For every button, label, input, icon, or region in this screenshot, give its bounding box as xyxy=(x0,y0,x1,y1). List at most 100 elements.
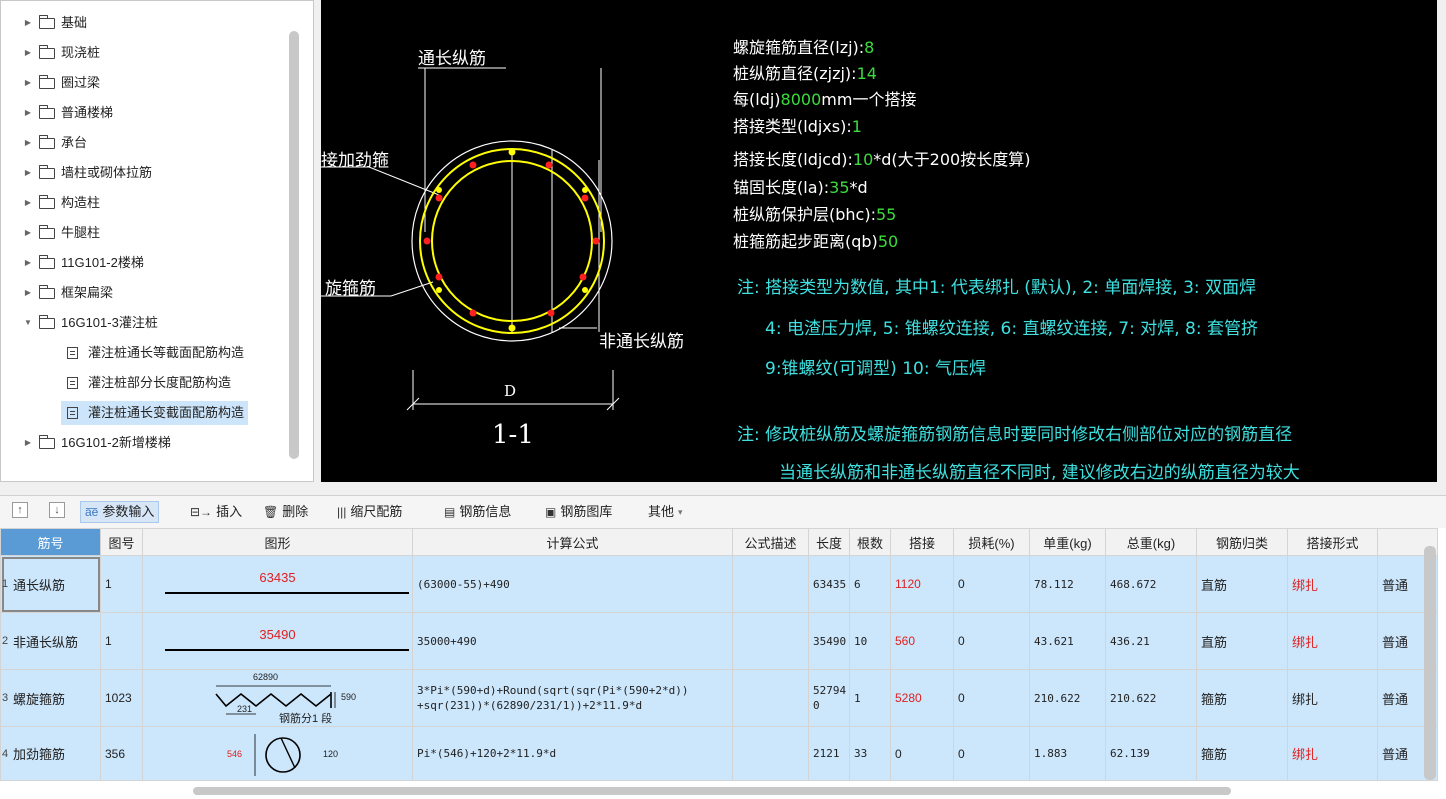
tree-item-wall-tie[interactable]: ▶ 墙柱或砌体拉筋 xyxy=(21,161,152,185)
tree-item-construct-column[interactable]: ▶ 构造柱 xyxy=(21,191,100,215)
cell-count[interactable]: 6 xyxy=(849,555,891,613)
header-category[interactable]: 钢筋归类 xyxy=(1196,528,1288,556)
param-spiral-diameter[interactable]: 螺旋箍筋直径(lzj):8 xyxy=(733,34,874,58)
cell-bar-name[interactable]: 1 通长纵筋 xyxy=(0,555,101,613)
cell-bar-name[interactable]: 4 加劲箍筋 xyxy=(0,726,101,781)
expand-arrow-icon[interactable]: ▶ xyxy=(21,71,35,95)
param-value[interactable]: 55 xyxy=(876,205,896,224)
tree-item-corbel-column[interactable]: ▶ 牛腿柱 xyxy=(21,221,100,245)
param-anchor-length[interactable]: 锚固长度(la):35*d xyxy=(733,174,868,198)
cell-formula[interactable]: (63000-55)+490 xyxy=(412,555,733,613)
cell-formula-desc[interactable] xyxy=(732,669,809,727)
param-value[interactable]: 10 xyxy=(853,150,873,169)
param-value[interactable]: 14 xyxy=(857,64,877,83)
cell-length[interactable]: 35490 xyxy=(808,612,850,670)
cell-formula-desc[interactable] xyxy=(732,555,809,613)
rebar-library-button[interactable]: ▣ 钢筋图库 xyxy=(545,501,612,523)
param-value[interactable]: 8 xyxy=(864,38,874,57)
insert-button[interactable]: ⊟→ 插入 xyxy=(190,501,242,523)
cell-shape[interactable]: 63435 xyxy=(142,555,413,613)
expand-arrow-icon[interactable]: ▶ xyxy=(21,11,35,35)
param-longitudinal-diameter[interactable]: 桩纵筋直径(zjzj):14 xyxy=(733,60,877,84)
tree-item-ring-beam[interactable]: ▶ 圈过梁 xyxy=(21,71,100,95)
cell-loss[interactable]: 0 xyxy=(953,669,1030,727)
cell-count[interactable]: 10 xyxy=(849,612,891,670)
expand-arrow-icon[interactable]: ▶ xyxy=(21,431,35,455)
cell-formula-desc[interactable] xyxy=(732,612,809,670)
param-lap-length[interactable]: 搭接长度(ldjcd):10*d(大于200按长度算) xyxy=(733,146,1030,170)
table-row[interactable]: 4 加劲箍筋 356 546 120 Pi*(546)+120+2*11.9*d … xyxy=(0,726,1438,781)
table-row[interactable]: 3螺旋箍筋 1023 62890 231 590 钢筋分1 段 3*Pi*(5 xyxy=(0,669,1438,727)
collapse-arrow-icon[interactable]: ▼ xyxy=(21,311,35,335)
cell-unit-weight[interactable]: 43.621 xyxy=(1029,612,1106,670)
tree-scrollbar[interactable] xyxy=(289,31,299,459)
cell-total-weight[interactable]: 468.672 xyxy=(1105,555,1197,613)
delete-button[interactable]: 🗑 删除 xyxy=(263,501,308,523)
table-row[interactable]: 2 非通长纵筋 1 35490 35000+490 35490 10 560 0 … xyxy=(0,612,1438,670)
tree-item-11g101-2[interactable]: ▶ 11G101-2楼梯 xyxy=(21,251,144,275)
expand-arrow-icon[interactable]: ▶ xyxy=(21,161,35,185)
cell-lap[interactable]: 5280 xyxy=(890,669,954,727)
tree-item-pile-cap[interactable]: ▶ 承台 xyxy=(21,131,87,155)
cell-lap[interactable]: 560 xyxy=(890,612,954,670)
other-dropdown[interactable]: 其他 ▾ xyxy=(648,501,687,523)
cell-total-weight[interactable]: 436.21 xyxy=(1105,612,1197,670)
table-row[interactable]: 1 通长纵筋 1 63435 (63000-55)+490 63435 6 112… xyxy=(0,555,1438,613)
cell-shape[interactable]: 62890 231 590 钢筋分1 段 xyxy=(142,669,413,727)
rebar-info-button[interactable]: ▤ 钢筋信息 xyxy=(444,501,511,523)
cell-formula[interactable]: 3*Pi*(590+d)+Round(sqrt(sqr(Pi*(590+2*d)… xyxy=(412,669,733,727)
cell-loss[interactable]: 0 xyxy=(953,555,1030,613)
cell-formula[interactable]: Pi*(546)+120+2*11.9*d xyxy=(412,726,733,781)
cell-unit-weight[interactable]: 1.883 xyxy=(1029,726,1106,781)
param-input-button[interactable]: a͞e 参数输入 xyxy=(80,501,160,523)
tree-item-16g101-2[interactable]: ▶ 16G101-2新增楼梯 xyxy=(21,431,171,455)
expand-arrow-icon[interactable]: ▶ xyxy=(21,221,35,245)
scale-rebar-button[interactable]: ||| 缩尺配筋 xyxy=(337,501,402,523)
cell-loss[interactable]: 0 xyxy=(953,726,1030,781)
tree-item-pile-partial[interactable]: 灌注桩部分长度配筋构造 xyxy=(67,371,231,395)
header-loss[interactable]: 损耗(%) xyxy=(953,528,1030,556)
param-value[interactable]: 8000 xyxy=(781,90,822,109)
header-length[interactable]: 长度 xyxy=(808,528,850,556)
cell-unit-weight[interactable]: 78.112 xyxy=(1029,555,1106,613)
cell-lap[interactable]: 1120 xyxy=(890,555,954,613)
cell-count[interactable]: 1 xyxy=(849,669,891,727)
arrow-down-icon[interactable]: ↓ xyxy=(49,502,65,518)
expand-arrow-icon[interactable]: ▶ xyxy=(21,191,35,215)
cell-lap-type[interactable]: 绑扎 xyxy=(1287,669,1378,727)
header-formula[interactable]: 计算公式 xyxy=(412,528,733,556)
header-lap-type[interactable]: 搭接形式 xyxy=(1287,528,1378,556)
header-formula-desc[interactable]: 公式描述 xyxy=(732,528,809,556)
tree-item-16g101-3[interactable]: ▼ 16G101-3灌注桩 xyxy=(21,311,158,335)
cell-fig-no[interactable]: 1023 xyxy=(100,669,143,727)
cell-fig-no[interactable]: 1 xyxy=(100,612,143,670)
cell-shape[interactable]: 546 120 xyxy=(142,726,413,781)
cell-category[interactable]: 箍筋 xyxy=(1196,669,1288,727)
cell-length[interactable]: 527940 xyxy=(808,669,850,727)
cell-fig-no[interactable]: 356 xyxy=(100,726,143,781)
header-unit-weight[interactable]: 单重(kg) xyxy=(1029,528,1106,556)
cell-formula-desc[interactable] xyxy=(732,726,809,781)
cell-fig-no[interactable]: 1 xyxy=(100,555,143,613)
header-shape[interactable]: 图形 xyxy=(142,528,413,556)
cell-loss[interactable]: 0 xyxy=(953,612,1030,670)
expand-arrow-icon[interactable]: ▶ xyxy=(21,41,35,65)
tree-item-pile-full-equal[interactable]: 灌注桩通长等截面配筋构造 xyxy=(67,341,244,365)
tree-item-pile-full-variable[interactable]: 灌注桩通长变截面配筋构造 xyxy=(61,401,249,425)
tree-item-stair[interactable]: ▶ 普通楼梯 xyxy=(21,101,113,125)
header-fig-no[interactable]: 图号 xyxy=(100,528,143,556)
expand-arrow-icon[interactable]: ▶ xyxy=(21,131,35,155)
expand-arrow-icon[interactable]: ▶ xyxy=(21,101,35,125)
param-cover[interactable]: 桩纵筋保护层(bhc):55 xyxy=(733,201,896,225)
cell-category[interactable]: 直筋 xyxy=(1196,612,1288,670)
tree-item-flat-beam[interactable]: ▶ 框架扁梁 xyxy=(21,281,113,305)
cell-formula[interactable]: 35000+490 xyxy=(412,612,733,670)
cell-lap[interactable]: 0 xyxy=(890,726,954,781)
param-lap-type[interactable]: 搭接类型(ldjxs):1 xyxy=(733,113,862,137)
tree-item-foundation[interactable]: ▶ 基础 xyxy=(21,11,87,35)
header-lap[interactable]: 搭接 xyxy=(890,528,954,556)
cell-lap-type[interactable]: 绑扎 xyxy=(1287,555,1378,613)
header-bar-no[interactable]: 筋号 xyxy=(0,528,101,556)
table-vertical-scrollbar[interactable] xyxy=(1424,546,1436,780)
param-hoop-start[interactable]: 桩箍筋起步距离(qb)50 xyxy=(733,228,898,252)
